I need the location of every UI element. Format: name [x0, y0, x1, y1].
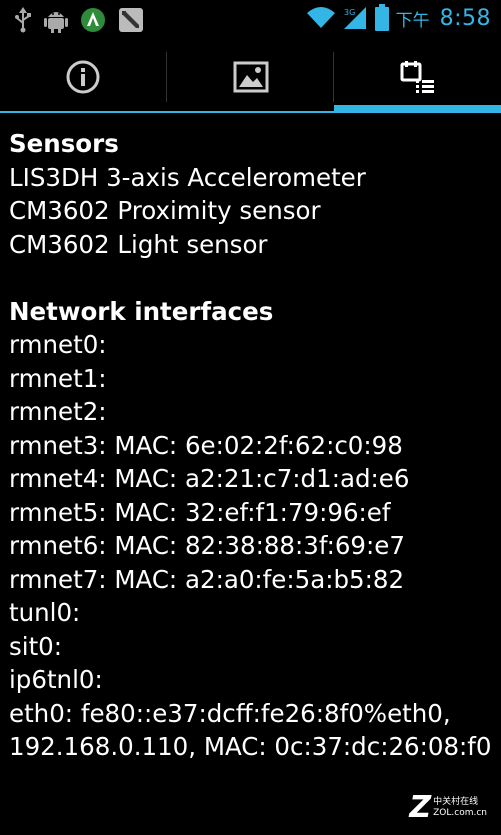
- device-info-content: Sensors LIS3DH 3-axis Accelerometer CM36…: [9, 127, 499, 764]
- interface-item: 192.168.0.110, MAC: 0c:37:dc:26:08:f0: [9, 732, 492, 761]
- battery-icon: [374, 4, 389, 31]
- watermark-logo: Z: [409, 790, 432, 825]
- tab-info[interactable]: [0, 40, 166, 113]
- tab-image[interactable]: [167, 40, 334, 113]
- watermark-line1: 中关村在线: [433, 796, 479, 807]
- interface-item: rmnet5: MAC: 32:ef:f1:79:96:ef: [9, 497, 391, 527]
- svg-text:3G: 3G: [344, 8, 355, 17]
- wifi-icon: [306, 7, 335, 28]
- zol-watermark: Z 中关村在线 ZOL.com.cn: [409, 790, 487, 825]
- interface-item: rmnet4: MAC: a2:21:c7:d1:ad:e6: [9, 464, 410, 493]
- interface-item: rmnet0:: [9, 330, 107, 359]
- sensor-item: CM3602 Light sensor: [9, 229, 268, 259]
- sensor-item: CM3602 Proximity sensor: [9, 196, 321, 225]
- tab-bar: [0, 40, 501, 113]
- notification-icons: [14, 7, 144, 33]
- interface-item: tunl0:: [9, 598, 81, 627]
- signal-icon: 3G: [343, 7, 366, 29]
- status-ampm: 下午: [395, 10, 430, 31]
- list-icon: [400, 60, 434, 93]
- interface-item: ip6tnl0:: [9, 665, 103, 694]
- tab-list[interactable]: [334, 40, 501, 113]
- app-update-icon: [81, 8, 105, 32]
- usb-icon: [15, 7, 31, 33]
- network-heading: Network interfaces: [9, 296, 274, 326]
- selected-tab-indicator: [334, 105, 501, 113]
- info-icon: [66, 60, 100, 93]
- interface-item: sit0:: [9, 631, 63, 661]
- clipboard-icon: [119, 8, 143, 32]
- status-bar: 3G 下午 8:58: [0, 0, 501, 40]
- interface-item: rmnet3: MAC: 6e:02:2f:62:c0:98: [9, 430, 403, 460]
- interface-item: rmnet1:: [9, 363, 107, 393]
- image-icon: [233, 61, 268, 92]
- status-clock: 8:58: [439, 5, 491, 31]
- watermark-line2: ZOL.com.cn: [433, 807, 487, 818]
- interface-item: rmnet6: MAC: 82:38:88:3f:69:e7: [9, 531, 405, 560]
- interface-item: rmnet2:: [9, 397, 107, 426]
- sensor-item: LIS3DH 3-axis Accelerometer: [9, 162, 366, 192]
- interface-item: rmnet7: MAC: a2:a0:fe:5a:b5:82: [9, 564, 405, 594]
- system-indicators: 3G 下午 8:58: [306, 4, 491, 32]
- android-debug-icon: [44, 12, 68, 33]
- interface-item: eth0: fe80::e37:dcff:fe26:8f0%eth0,: [9, 698, 451, 728]
- sensors-heading: Sensors: [9, 129, 119, 158]
